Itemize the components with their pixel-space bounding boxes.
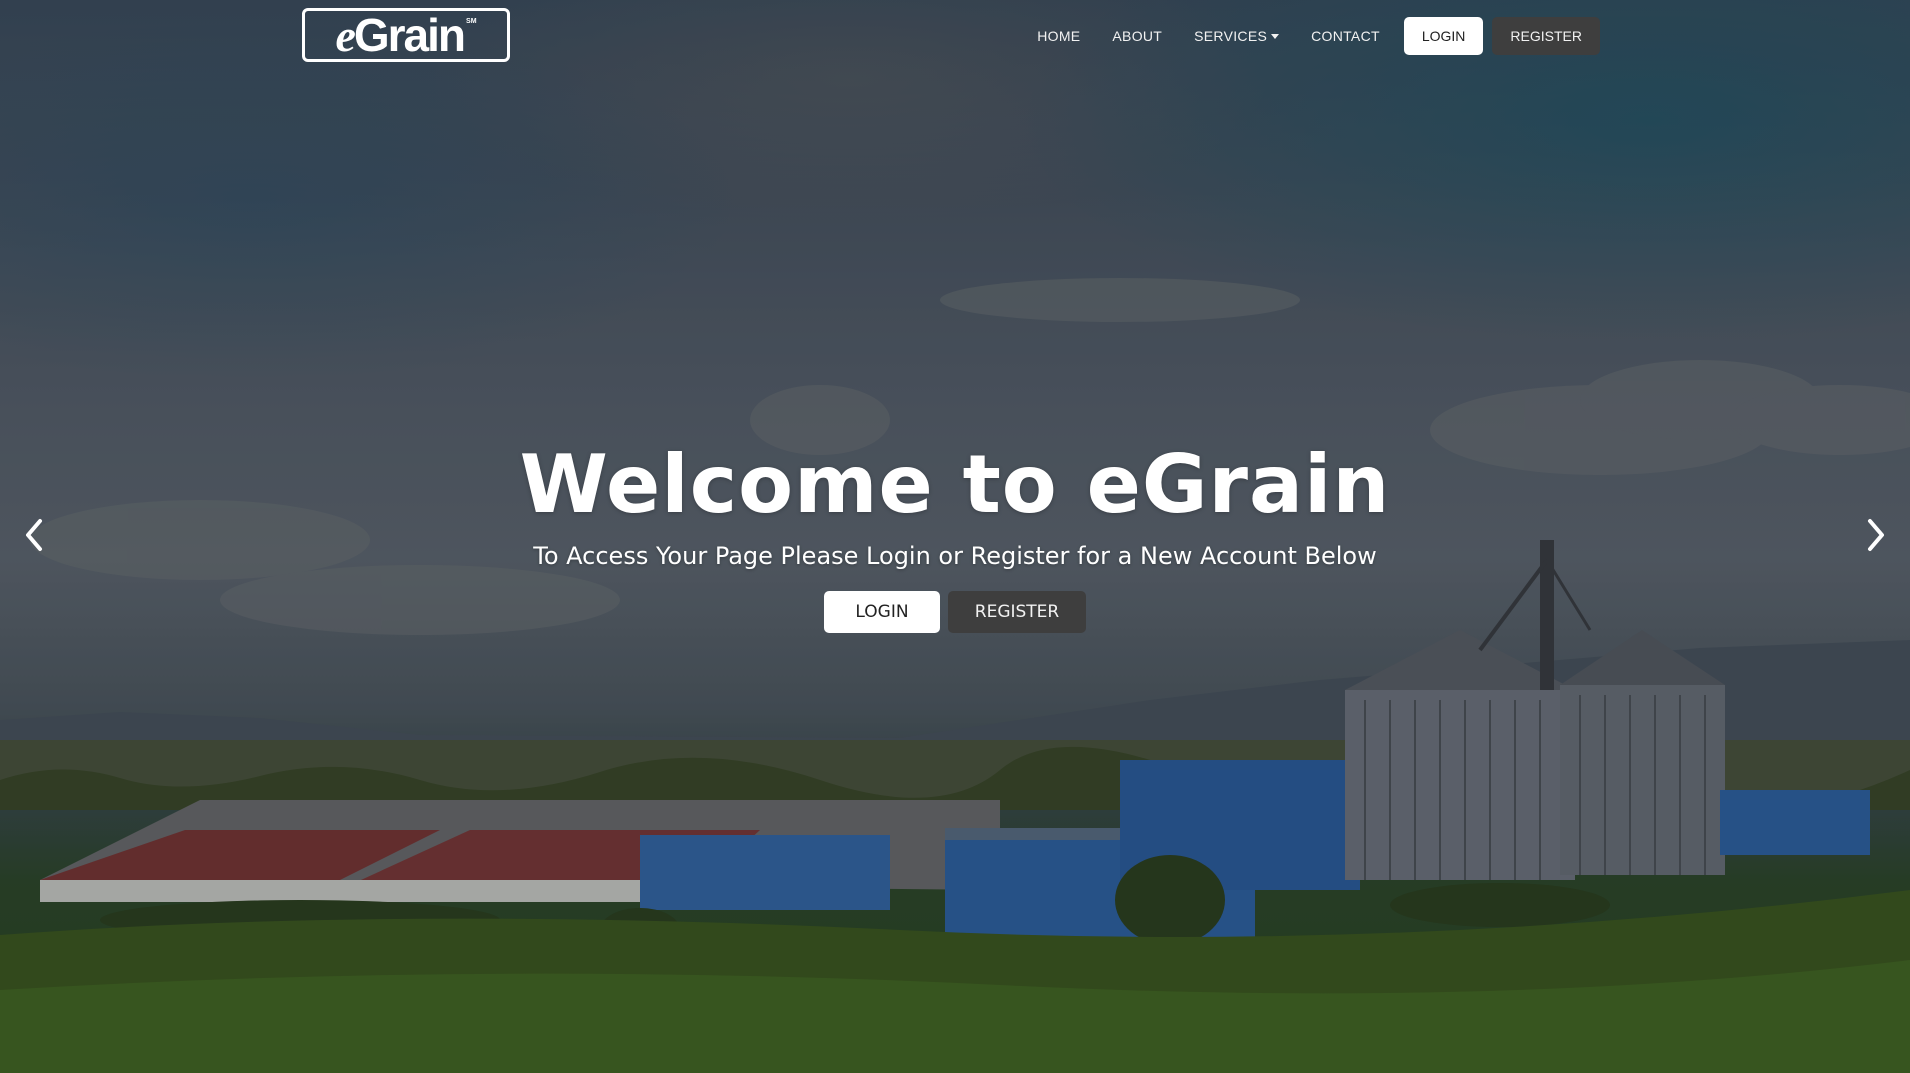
carousel-next-button[interactable] [1856,515,1896,555]
nav-contact-link[interactable]: CONTACT [1311,17,1380,55]
nav-services-label: SERVICES [1194,28,1268,44]
hero-subtitle: To Access Your Page Please Login or Regi… [533,542,1377,570]
nav-about-link[interactable]: ABOUT [1112,17,1162,55]
hero-register-button[interactable]: REGISTER [948,591,1086,633]
hero-title: Welcome to eGrain [519,438,1391,531]
nav-home-link[interactable]: HOME [1037,17,1080,55]
hero-carousel: e Grain SM HOME ABOUT SERVICES CONTACT LOG… [0,0,1910,1073]
nav-about-label: ABOUT [1112,28,1163,44]
chevron-left-icon [26,519,42,551]
main-nav: HOME ABOUT SERVICES CONTACT LOGIN REGIST… [1037,17,1600,55]
logo-prefix: e [335,9,355,61]
nav-services-dropdown[interactable]: SERVICES [1194,17,1280,55]
carousel-prev-button[interactable] [14,515,54,555]
nav-register-button[interactable]: REGISTER [1492,17,1600,55]
nav-login-button[interactable]: LOGIN [1403,17,1484,55]
chevron-right-icon [1868,519,1884,551]
hero-content: Welcome to eGrain To Access Your Page Pl… [0,435,1910,633]
egrain-logo[interactable]: e Grain SM [302,8,510,62]
hero-login-button[interactable]: LOGIN [824,591,940,633]
nav-home-label: HOME [1037,28,1081,44]
logo-service-mark: SM [466,17,477,25]
caret-down-icon [1271,33,1280,39]
hero-actions: LOGIN REGISTER [0,591,1910,633]
logo-text: Grain [353,9,466,61]
nav-contact-label: CONTACT [1311,28,1380,44]
